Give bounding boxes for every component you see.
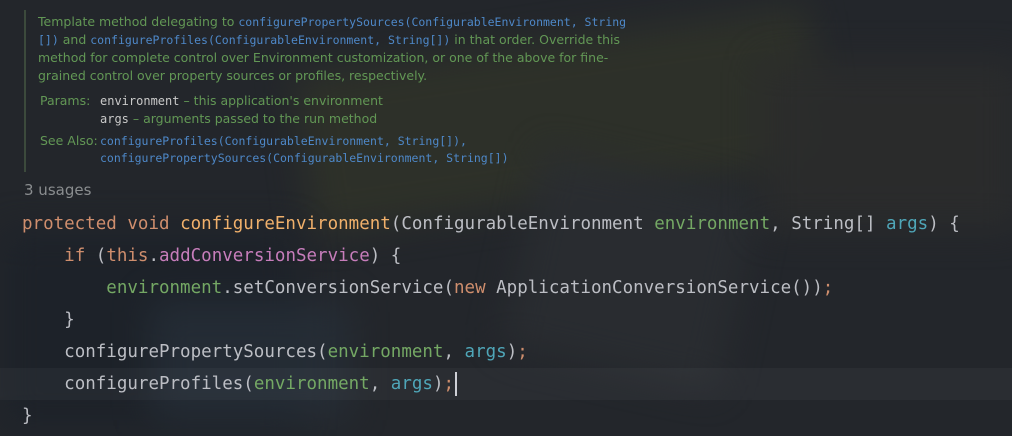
- doc-param-name: environment: [100, 94, 180, 108]
- semicolon: ;: [517, 342, 528, 362]
- paren: (: [85, 246, 107, 266]
- doc-see-also-link-1[interactable]: configureProfiles(ConfigurableEnvironmen…: [100, 132, 467, 150]
- type-string-array[interactable]: String[]: [791, 214, 875, 234]
- doc-params-label: Params:: [40, 93, 91, 108]
- method-call-configure-profiles[interactable]: configureProfiles(: [64, 374, 254, 394]
- type-configurable-environment[interactable]: ConfigurableEnvironment: [401, 214, 643, 234]
- doc-text: method for complete control over Environ…: [38, 50, 609, 65]
- param-args[interactable]: args: [465, 342, 507, 362]
- code-line-5: configurePropertySources(environment, ar…: [22, 336, 960, 368]
- doc-see-also-label: See Also:: [40, 133, 98, 148]
- keyword-if: if: [64, 246, 86, 266]
- doc-param-name: args: [100, 112, 129, 126]
- keyword-this: this: [106, 246, 149, 266]
- closing-brace: }: [22, 406, 33, 426]
- code-line-4: }: [22, 304, 960, 336]
- code-line-1: protected void configureEnvironment(Conf…: [22, 208, 960, 240]
- closing-brace: }: [64, 310, 75, 330]
- class-application-conversion-service[interactable]: ApplicationConversionService()): [486, 278, 823, 298]
- param-args[interactable]: args: [391, 374, 433, 394]
- comma: ,: [770, 214, 792, 234]
- doc-param-item: args – arguments passed to the run metho…: [100, 110, 377, 128]
- keyword-protected: protected: [22, 214, 117, 234]
- comma: ,: [443, 342, 465, 362]
- param-args[interactable]: args: [886, 214, 928, 234]
- doc-see-also-link-2[interactable]: configurePropertySources(ConfigurableEnv…: [100, 149, 509, 167]
- doc-text: grained control over property sources or…: [38, 68, 428, 83]
- keyword-void: void: [127, 214, 170, 234]
- paren: ): [506, 342, 518, 362]
- paren-brace: ) {: [928, 214, 960, 234]
- dot: .: [148, 246, 160, 266]
- doc-text: Template method delegating to: [38, 14, 239, 29]
- doc-param-desc: – this application's environment: [179, 93, 383, 108]
- code-line-3: environment.setConversionService(new App…: [22, 272, 960, 304]
- javadoc-rendered-comment: Template method delegating to configureP…: [24, 10, 636, 172]
- text-caret: [455, 372, 458, 396]
- semicolon: ;: [443, 374, 455, 394]
- method-call-configure-property-sources[interactable]: configurePropertySources(: [64, 342, 327, 362]
- semicolon: ;: [822, 278, 834, 298]
- doc-link-configure-property-sources-cont[interactable]: []): [38, 33, 59, 47]
- method-call-set-conversion-service[interactable]: .setConversionService(: [222, 278, 454, 298]
- keyword-new: new: [454, 278, 486, 298]
- param-environment[interactable]: environment: [254, 374, 370, 394]
- code-editor[interactable]: protected void configureEnvironment(Conf…: [22, 208, 960, 432]
- comma: ,: [369, 374, 391, 394]
- code-line-7: }: [22, 400, 960, 432]
- doc-text: and: [58, 32, 91, 47]
- javadoc-description: Template method delegating to configureP…: [38, 13, 636, 85]
- doc-param-desc: – arguments passed to the run method: [128, 111, 378, 126]
- paren: (: [390, 214, 402, 234]
- code-line-2: if (this.addConversionService) {: [22, 240, 960, 272]
- usages-inlay-hint[interactable]: 3 usages: [24, 181, 91, 199]
- paren-brace: ) {: [369, 246, 402, 266]
- doc-link-configure-property-sources[interactable]: configurePropertySources(ConfigurableEnv…: [238, 15, 626, 29]
- doc-param-item: environment – this application's environ…: [100, 92, 383, 110]
- doc-text: in that order. Override this: [450, 32, 620, 47]
- paren: ): [432, 374, 444, 394]
- param-environment[interactable]: environment: [106, 278, 222, 298]
- method-declaration-name[interactable]: configureEnvironment: [180, 214, 391, 234]
- doc-link-configure-profiles[interactable]: configureProfiles(ConfigurableEnvironmen…: [90, 33, 450, 47]
- field-add-conversion-service[interactable]: addConversionService: [159, 246, 370, 266]
- param-environment[interactable]: environment: [654, 214, 770, 234]
- code-line-6: configureProfiles(environment, args);: [22, 368, 960, 400]
- param-environment[interactable]: environment: [328, 342, 444, 362]
